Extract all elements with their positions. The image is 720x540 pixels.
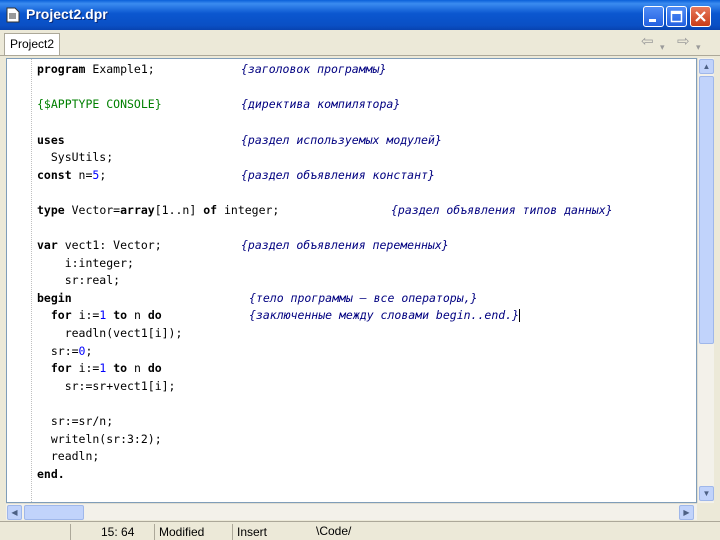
comment-line-7: {раздел объявления переменных} (241, 238, 449, 252)
comment-line-1: {заголовок программы} (241, 62, 387, 76)
minimize-icon (649, 19, 656, 22)
code-line-2: {$APPTYPE CONSOLE} (37, 97, 162, 111)
code-line-18: readln; (37, 449, 100, 463)
scroll-down-icon[interactable]: ▼ (699, 486, 714, 501)
status-bar: 15: 64 Modified Insert \Code/ (0, 521, 720, 540)
comment-line-6: {раздел объявления типов данных} (391, 203, 613, 217)
code-line-12: readln(vect1[i]); (37, 326, 183, 340)
tab-project2[interactable]: Project2 (4, 33, 61, 55)
document-icon (6, 7, 20, 23)
code-line-3: uses (37, 133, 65, 147)
code-line-4: SysUtils; (37, 150, 114, 164)
maximize-button[interactable] (666, 6, 687, 27)
maximize-icon (670, 10, 683, 23)
code-line-13: sr:=0; (37, 344, 93, 358)
code-line-1: program Example1; (37, 62, 155, 76)
cursor-position: 15: 64 (70, 524, 154, 540)
vertical-scrollbar[interactable]: ▲ ▼ (697, 58, 714, 503)
text-caret (519, 309, 521, 322)
code-line-17: writeln(sr:3:2); (37, 432, 162, 446)
code-line-8: i:integer; (37, 256, 134, 270)
comment-line-5: {раздел объявления констант} (241, 168, 435, 182)
back-dropdown-icon[interactable]: ▾ (660, 39, 665, 55)
code-line-7: var vect1: Vector; (37, 238, 162, 252)
code-line-19: end. (37, 467, 65, 481)
file-tab-bar: Project2 ⇦ ▾ ⇨ ▾ (0, 30, 720, 56)
code-line-15: sr:=sr+vect1[i]; (37, 379, 176, 393)
scroll-up-icon[interactable]: ▲ (699, 59, 714, 74)
scroll-right-icon[interactable]: ▶ (679, 505, 694, 520)
code-line-11: for i:=1 to n do (50, 308, 162, 322)
vertical-scroll-thumb[interactable] (699, 76, 714, 344)
scroll-left-icon[interactable]: ◀ (7, 505, 22, 520)
comment-line-2: {директива компилятора} (241, 97, 401, 111)
code-line-16: sr:=sr/n; (37, 414, 114, 428)
back-arrow-icon[interactable]: ⇦ (641, 34, 654, 50)
window-title: Project2.dpr (26, 6, 108, 22)
horizontal-scrollbar[interactable]: ◀ ▶ (6, 503, 697, 520)
code-editor[interactable]: program Example1; {заголовок программы} … (6, 58, 697, 503)
code-line-14: for i:=1 to n do (50, 361, 162, 375)
horizontal-scroll-thumb[interactable] (24, 505, 84, 520)
comment-line-3: {раздел используемых модулей} (241, 133, 442, 147)
gutter-line (31, 59, 32, 502)
close-button[interactable] (690, 6, 711, 27)
code-line-9: sr:real; (37, 273, 121, 287)
code-line-5: const n=5; (37, 168, 107, 182)
close-icon (695, 11, 706, 22)
comment-line-10: {тело программы – все операторы,} (249, 291, 478, 305)
forward-arrow-icon[interactable]: ⇨ (677, 34, 690, 50)
editor-gutter (7, 59, 31, 502)
forward-dropdown-icon[interactable]: ▾ (696, 39, 701, 55)
code-line-6: type Vector=array[1..n] of integer; (37, 203, 280, 217)
tab-code[interactable]: \Code/ (316, 523, 351, 539)
modified-status: Modified (154, 524, 232, 540)
comment-line-11: {заключенные между словами begin..end.} (249, 308, 521, 322)
code-line-10: begin (37, 291, 72, 305)
minimize-button[interactable] (643, 6, 664, 27)
title-bar: Project2.dpr (0, 0, 720, 30)
insert-mode-status: Insert (232, 524, 312, 540)
